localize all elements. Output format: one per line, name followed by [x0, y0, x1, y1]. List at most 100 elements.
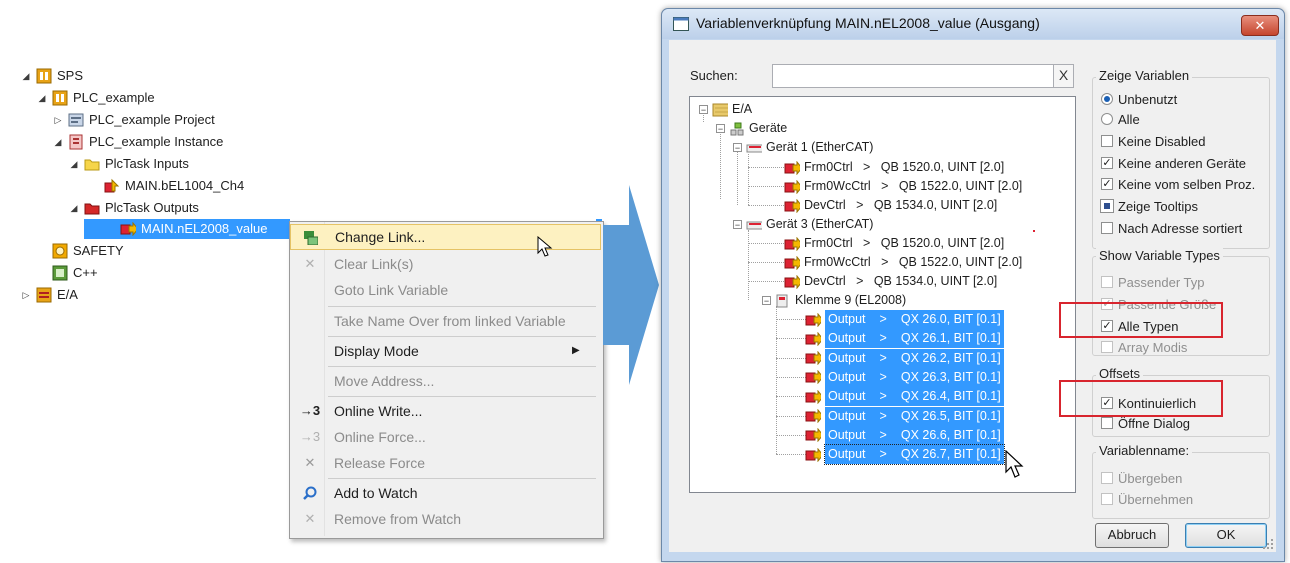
radio-alle[interactable]: Alle — [1101, 109, 1140, 129]
project-file-icon — [68, 112, 84, 128]
checkbox-keine-vom-selben-proz[interactable]: ✓ Keine vom selben Proz. — [1101, 174, 1255, 194]
tree-item-cpp[interactable]: C++ — [36, 263, 98, 283]
collapse-arrow-icon[interactable]: ◢ — [36, 88, 48, 108]
output-variable-icon — [784, 255, 800, 270]
tree-var-device1-frm0wcctrl[interactable]: Frm0WcCtrl > QB 1522.0, UINT [2.0] — [784, 177, 1022, 196]
menu-item-remove-from-watch[interactable]: ✕ Remove from Watch — [290, 506, 601, 532]
output-variable-icon — [784, 179, 800, 194]
cpp-icon — [52, 265, 68, 281]
tree-var-device3-frm0wcctrl[interactable]: Frm0WcCtrl > QB 1522.0, UINT [2.0] — [784, 253, 1022, 272]
check-icon: ✓ — [1101, 157, 1113, 169]
tree-item-main-nel2008-selected[interactable]: MAIN.nEL2008_value — [84, 219, 290, 239]
tree-item-label: PLC_example Instance — [89, 134, 224, 149]
online-write-icon: →3 — [299, 403, 321, 418]
checkbox-keine-disabled[interactable]: Keine Disabled — [1101, 131, 1205, 151]
menu-item-goto-link-variable[interactable]: Goto Link Variable — [290, 277, 601, 303]
tree-item-main-bel1004[interactable]: MAIN.bEL1004_Ch4 — [104, 176, 244, 196]
checkbox-uebernehmen[interactable]: Übernehmen — [1101, 489, 1193, 509]
tree-node-device3[interactable]: − Gerät 3 (EtherCAT) — [733, 215, 873, 234]
menu-item-take-name-over[interactable]: Take Name Over from linked Variable — [290, 308, 601, 334]
ok-button[interactable]: OK — [1185, 523, 1267, 548]
ethercat-device-icon — [746, 218, 762, 232]
tree-var-output[interactable]: Output > QX 26.1, BIT [0.1] — [805, 329, 1004, 349]
checkbox-uebergeben[interactable]: Übergeben — [1101, 468, 1182, 488]
tree-node-geraete[interactable]: − Geräte — [716, 119, 787, 138]
expand-arrow-icon[interactable]: ▷ — [20, 285, 32, 305]
remove-from-watch-icon: ✕ — [304, 511, 316, 526]
tree-node-klemme9[interactable]: − Klemme 9 (EL2008) — [762, 291, 906, 310]
tree-item-plctask-outputs[interactable]: ◢ PlcTask Outputs — [68, 198, 199, 218]
collapse-arrow-icon[interactable]: ◢ — [52, 132, 64, 152]
tree-var-output[interactable]: Output > QX 26.4, BIT [0.1] — [805, 387, 1004, 407]
resize-grip-icon[interactable] — [1262, 538, 1274, 550]
collapse-icon[interactable]: − — [716, 124, 725, 134]
output-variable-icon — [120, 221, 136, 237]
menu-item-clear-links[interactable]: ✕ Clear Link(s) — [290, 251, 601, 277]
collapse-icon[interactable]: − — [762, 296, 771, 306]
output-separator: > — [879, 447, 887, 462]
check-icon: ✓ — [1101, 178, 1113, 190]
output-address: QX 26.2, BIT [0.1] — [900, 350, 1001, 365]
menu-item-add-to-watch[interactable]: Add to Watch — [290, 480, 601, 506]
tree-node-ea[interactable]: − E/A — [699, 100, 752, 119]
collapse-icon[interactable]: − — [699, 105, 708, 115]
checkbox-icon — [1101, 222, 1113, 234]
radio-unbenutzt[interactable]: Unbenutzt — [1101, 89, 1177, 109]
io-icon — [712, 103, 728, 117]
tree-var-device3-frm0ctrl[interactable]: Frm0Ctrl > QB 1520.0, UINT [2.0] — [784, 234, 1004, 253]
tree-var-device3-devctrl[interactable]: DevCtrl > QB 1534.0, UINT [2.0] — [784, 272, 997, 291]
tree-item-safety[interactable]: SAFETY — [36, 241, 124, 261]
tree-var-output[interactable]: Output > QX 26.6, BIT [0.1] — [805, 425, 1004, 445]
clear-search-button[interactable]: X — [1053, 64, 1074, 88]
tree-item-plc-example-project[interactable]: ▷ PLC_example Project — [52, 110, 215, 130]
menu-item-release-force[interactable]: ✕ Release Force — [290, 450, 601, 476]
output-address: QX 26.1, BIT [0.1] — [900, 331, 1001, 346]
checkbox-keine-anderen-geraete[interactable]: ✓ Keine anderen Geräte — [1101, 153, 1246, 173]
tree-item-plc-example-instance[interactable]: ◢ PLC_example Instance — [52, 132, 223, 152]
output-variable-icon — [805, 428, 821, 443]
tree-var-device1-devctrl[interactable]: DevCtrl > QB 1534.0, UINT [2.0] — [784, 196, 997, 215]
release-force-icon: ✕ — [304, 455, 316, 470]
output-separator: > — [879, 369, 887, 384]
checkbox-indeterminate-icon — [1100, 199, 1114, 213]
mouse-cursor-icon — [1005, 450, 1024, 478]
tree-item-sps[interactable]: ◢ SPS — [20, 66, 83, 86]
tree-item-ea[interactable]: ▷ E/A — [20, 285, 78, 305]
collapse-arrow-icon[interactable]: ◢ — [68, 154, 80, 174]
plc-project-icon — [36, 68, 52, 84]
close-button[interactable]: ✕ — [1241, 15, 1279, 36]
tree-var-output[interactable]: Output > QX 26.5, BIT [0.1] — [805, 406, 1004, 426]
menu-item-change-link[interactable]: Change Link... — [290, 224, 601, 250]
expand-arrow-icon[interactable]: ▷ — [52, 110, 64, 130]
tree-var-output[interactable]: Output > QX 26.7, BIT [0.1] — [805, 444, 1005, 466]
dialog-title: Variablenverknüpfung MAIN.nEL2008_value … — [696, 15, 1040, 31]
menu-separator — [328, 366, 596, 367]
output-name: Output — [828, 427, 866, 442]
output-variable-icon — [805, 409, 821, 423]
output-name: Output — [828, 408, 866, 423]
tree-var-output[interactable]: Output > QX 26.2, BIT [0.1] — [805, 348, 1004, 368]
menu-item-online-force[interactable]: →3 Online Force... — [290, 424, 601, 450]
cancel-button[interactable]: Abbruch — [1095, 523, 1169, 548]
menu-item-online-write[interactable]: →3 Online Write... — [290, 398, 601, 424]
radio-icon — [1101, 113, 1113, 125]
collapse-icon[interactable]: − — [733, 220, 742, 230]
collapse-icon[interactable]: − — [733, 143, 742, 153]
menu-item-display-mode[interactable]: Display Mode ▶ — [290, 338, 601, 364]
tree-var-device1-frm0ctrl[interactable]: Frm0Ctrl > QB 1520.0, UINT [2.0] — [784, 158, 1004, 177]
checkbox-nach-adresse-sortiert[interactable]: Nach Adresse sortiert — [1101, 218, 1242, 238]
collapse-arrow-icon[interactable]: ◢ — [20, 66, 32, 86]
output-variable-icon — [784, 160, 800, 175]
checkbox-array-modis[interactable]: Array Modis — [1101, 337, 1187, 357]
menu-item-move-address[interactable]: Move Address... — [290, 368, 601, 394]
tree-node-device1[interactable]: − Gerät 1 (EtherCAT) — [733, 138, 873, 157]
collapse-arrow-icon[interactable]: ◢ — [68, 198, 80, 218]
tree-var-output[interactable]: Output > QX 26.0, BIT [0.1] — [805, 310, 1004, 329]
tree-var-output[interactable]: Output > QX 26.3, BIT [0.1] — [805, 367, 1004, 387]
output-selection: Output > QX 26.7, BIT [0.1] — [824, 444, 1005, 466]
tree-item-plc-example[interactable]: ◢ PLC_example — [36, 88, 155, 108]
tree-item-plctask-inputs[interactable]: ◢ PlcTask Inputs — [68, 154, 189, 174]
checkbox-passender-typ[interactable]: Passender Typ — [1101, 272, 1204, 292]
checkbox-zeige-tooltips[interactable]: Zeige Tooltips — [1100, 196, 1198, 216]
search-input[interactable] — [772, 64, 1069, 88]
